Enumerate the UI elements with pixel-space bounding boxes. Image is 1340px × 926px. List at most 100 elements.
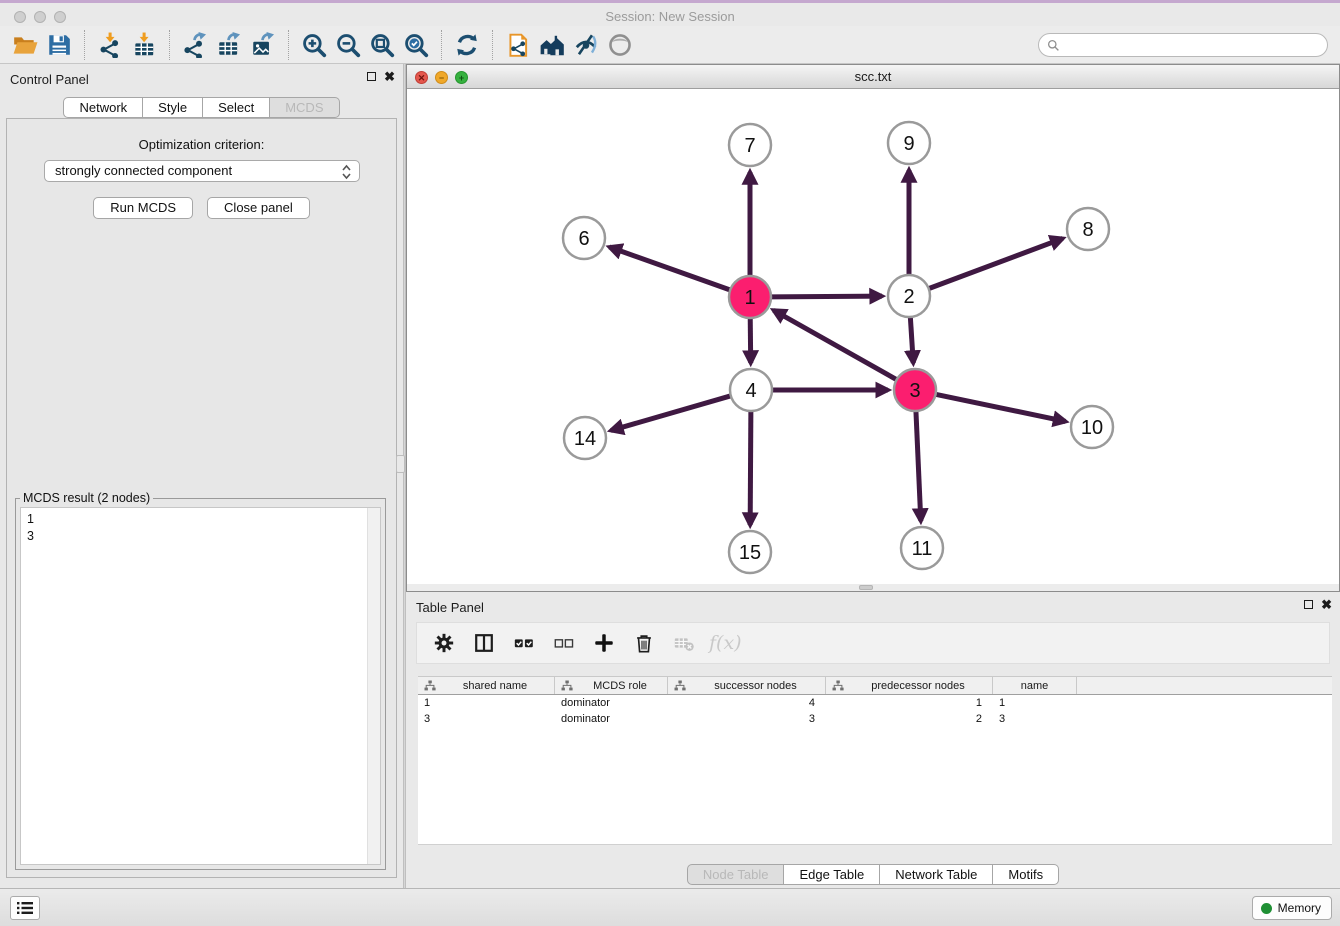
tab-network-table[interactable]: Network Table xyxy=(880,864,993,885)
table-panel: Table Panel ✖ f(x) shared nameMCDS roles… xyxy=(406,592,1340,888)
node-7[interactable]: 7 xyxy=(729,124,771,166)
node-2[interactable]: 2 xyxy=(888,275,930,317)
close-panel-button[interactable]: Close panel xyxy=(207,197,310,219)
close-table-panel-icon[interactable]: ✖ xyxy=(1321,599,1332,610)
select-all-rows-icon[interactable] xyxy=(509,628,539,658)
add-row-icon[interactable] xyxy=(589,628,619,658)
save-session-icon[interactable] xyxy=(42,30,76,60)
tab-node-table[interactable]: Node Table xyxy=(687,864,785,885)
cell-MCDS-role[interactable]: dominator xyxy=(555,711,668,727)
node-6[interactable]: 6 xyxy=(563,217,605,259)
node-4[interactable]: 4 xyxy=(730,369,772,411)
cell-shared-name[interactable]: 1 xyxy=(418,695,555,711)
cell-shared-name[interactable]: 3 xyxy=(418,711,555,727)
node-10[interactable]: 10 xyxy=(1071,406,1113,448)
node-8[interactable]: 8 xyxy=(1067,208,1109,250)
open-session-icon[interactable] xyxy=(8,30,42,60)
zoom-out-icon[interactable] xyxy=(331,30,365,60)
memory-button[interactable]: Memory xyxy=(1252,896,1332,920)
sort-column-icon xyxy=(561,680,573,692)
cell-MCDS-role[interactable]: dominator xyxy=(555,695,668,711)
sort-column-icon xyxy=(832,680,844,692)
session-title: Session: New Session xyxy=(0,9,1340,24)
svg-text:8: 8 xyxy=(1082,219,1093,241)
cell-successor-nodes[interactable]: 3 xyxy=(668,711,826,727)
network-canvas[interactable]: 1 2 3 4 6 7 8 9 10 11 14 15 xyxy=(407,89,1339,591)
column-header-MCDS-role[interactable]: MCDS role xyxy=(555,677,668,694)
apply-function-icon: f(x) xyxy=(709,628,742,658)
cell-predecessor-nodes[interactable]: 2 xyxy=(826,711,993,727)
tab-network[interactable]: Network xyxy=(63,97,143,118)
close-panel-icon[interactable]: ✖ xyxy=(384,71,395,82)
export-network-icon[interactable] xyxy=(178,30,212,60)
network-window-titlebar[interactable]: ✕ − + scc.txt xyxy=(407,65,1339,89)
edge-4-15[interactable] xyxy=(750,411,751,525)
float-panel-icon[interactable] xyxy=(367,72,376,81)
zoom-fit-icon[interactable] xyxy=(365,30,399,60)
network-hscroll-thumb[interactable] xyxy=(859,585,873,590)
table-row[interactable]: 1dominator411 xyxy=(418,695,1332,711)
toolbar-icon-groups xyxy=(8,30,637,60)
deselect-all-rows-icon[interactable] xyxy=(549,628,579,658)
tab-select[interactable]: Select xyxy=(203,97,270,118)
svg-text:9: 9 xyxy=(903,133,914,155)
column-header-name[interactable]: name xyxy=(993,677,1077,694)
search-input[interactable] xyxy=(1060,36,1327,54)
cell-name[interactable]: 1 xyxy=(993,695,1077,711)
hide-selected-icon[interactable] xyxy=(569,30,603,60)
svg-text:15: 15 xyxy=(739,542,761,564)
edge-2-8[interactable] xyxy=(929,238,1063,288)
edge-1-6[interactable] xyxy=(609,247,730,290)
zoom-selected-icon[interactable] xyxy=(399,30,433,60)
tab-motifs[interactable]: Motifs xyxy=(993,864,1059,885)
criterion-dropdown[interactable]: strongly connected component xyxy=(44,160,360,182)
import-table-icon[interactable] xyxy=(127,30,161,60)
delete-row-icon[interactable] xyxy=(629,628,659,658)
node-3[interactable]: 3 xyxy=(894,369,936,411)
float-table-panel-icon[interactable] xyxy=(1304,600,1313,609)
zoom-in-icon[interactable] xyxy=(297,30,331,60)
import-network-icon[interactable] xyxy=(93,30,127,60)
node-15[interactable]: 15 xyxy=(729,531,771,573)
column-label: MCDS role xyxy=(573,680,667,692)
edge-4-14[interactable] xyxy=(611,396,731,431)
tab-edge-table[interactable]: Edge Table xyxy=(784,864,880,885)
table-settings-icon[interactable] xyxy=(429,628,459,658)
export-table-icon[interactable] xyxy=(212,30,246,60)
toggle-columns-icon[interactable] xyxy=(469,628,499,658)
table-row[interactable]: 3dominator323 xyxy=(418,711,1332,727)
node-9[interactable]: 9 xyxy=(888,122,930,164)
refresh-network-icon[interactable] xyxy=(450,30,484,60)
list-icon xyxy=(16,901,34,915)
panel-splitter-handle[interactable] xyxy=(396,455,405,473)
column-header-shared-name[interactable]: shared name xyxy=(418,677,555,694)
edge-2-3[interactable] xyxy=(910,317,913,363)
first-neighbors-icon[interactable] xyxy=(535,30,569,60)
task-history-button[interactable] xyxy=(10,896,40,920)
cell-name[interactable]: 3 xyxy=(993,711,1077,727)
network-hscrollbar[interactable] xyxy=(407,584,1339,591)
node-11[interactable]: 11 xyxy=(901,527,943,569)
edge-1-2[interactable] xyxy=(771,296,882,297)
toolbar-separator xyxy=(441,30,442,60)
cell-successor-nodes[interactable]: 4 xyxy=(668,695,826,711)
tab-style[interactable]: Style xyxy=(143,97,203,118)
show-graphics-details-icon[interactable] xyxy=(603,30,637,60)
node-14[interactable]: 14 xyxy=(564,417,606,459)
search-field[interactable] xyxy=(1038,33,1328,57)
cell-predecessor-nodes[interactable]: 1 xyxy=(826,695,993,711)
edge-3-10[interactable] xyxy=(936,394,1066,421)
edge-3-11[interactable] xyxy=(916,411,921,521)
tab-mcds[interactable]: MCDS xyxy=(270,97,339,118)
clone-network-icon[interactable] xyxy=(501,30,535,60)
export-image-icon[interactable] xyxy=(246,30,280,60)
run-mcds-button[interactable]: Run MCDS xyxy=(93,197,193,219)
network-graph[interactable]: 1 2 3 4 6 7 8 9 10 11 14 15 xyxy=(407,89,1339,591)
toolbar-separator xyxy=(169,30,170,60)
result-scrollbar[interactable] xyxy=(367,508,380,864)
mcds-result-area[interactable]: 13 xyxy=(20,507,381,865)
column-header-predecessor-nodes[interactable]: predecessor nodes xyxy=(826,677,993,694)
node-1[interactable]: 1 xyxy=(729,276,771,318)
column-header-successor-nodes[interactable]: successor nodes xyxy=(668,677,826,694)
edge-3-1[interactable] xyxy=(774,310,897,379)
